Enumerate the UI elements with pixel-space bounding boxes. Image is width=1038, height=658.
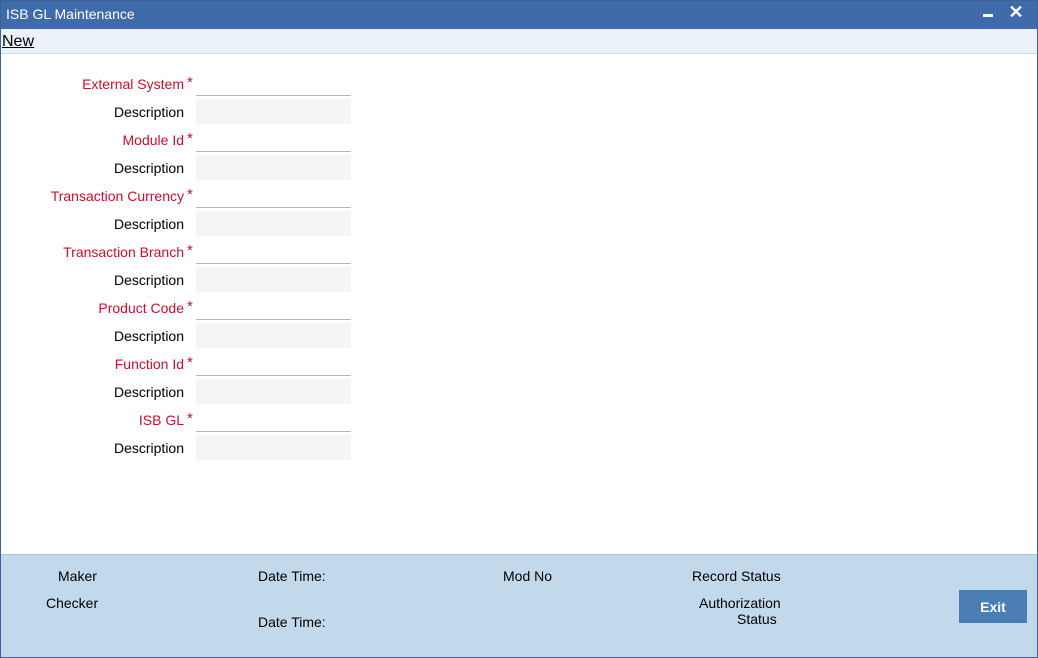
- authorization-status-label: Status: [737, 611, 777, 627]
- required-marker: *: [187, 130, 193, 147]
- field-row-product-code: Product Code *: [1, 293, 361, 321]
- description-label: Description: [113, 384, 184, 400]
- description-field: [196, 99, 351, 124]
- description-field: [196, 155, 351, 180]
- record-status-label: Record Status: [692, 568, 781, 584]
- external-system-input[interactable]: [196, 71, 351, 96]
- description-row: Description: [1, 97, 361, 125]
- description-row: Description: [1, 209, 361, 237]
- description-field: [196, 435, 351, 460]
- required-marker: *: [187, 298, 193, 315]
- transaction-currency-label: Transaction Currency: [50, 188, 184, 204]
- description-field: [196, 211, 351, 236]
- required-marker: *: [187, 242, 193, 259]
- function-id-label: Function Id: [114, 356, 184, 372]
- authorization-label: Authorization: [699, 595, 781, 611]
- description-field: [196, 379, 351, 404]
- description-row: Description: [1, 153, 361, 181]
- description-label: Description: [113, 216, 184, 232]
- field-row-isb-gl: ISB GL *: [1, 405, 361, 433]
- window-title: ISB GL Maintenance: [6, 6, 135, 22]
- description-row: Description: [1, 265, 361, 293]
- description-label: Description: [113, 440, 184, 456]
- description-label: Description: [113, 160, 184, 176]
- description-row: Description: [1, 321, 361, 349]
- description-row: Description: [1, 377, 361, 405]
- module-id-label: Module Id: [122, 132, 184, 148]
- required-marker: *: [187, 354, 193, 371]
- required-marker: *: [187, 410, 193, 427]
- field-row-function-id: Function Id *: [1, 349, 361, 377]
- maker-date-time-label: Date Time:: [258, 568, 326, 584]
- isb-gl-label: ISB GL: [138, 412, 184, 428]
- product-code-label: Product Code: [98, 300, 184, 316]
- external-system-label: External System: [82, 76, 184, 92]
- required-marker: *: [187, 186, 193, 203]
- description-label: Description: [113, 272, 184, 288]
- description-field: [196, 267, 351, 292]
- description-label: Description: [113, 328, 184, 344]
- maintenance-form: External System * Description Module Id * Des…: [1, 54, 1037, 554]
- field-row-external-system: External System *: [1, 69, 361, 97]
- checker-label: Checker: [46, 595, 99, 611]
- description-row: Description: [1, 433, 361, 461]
- audit-footer: Maker Checker Date Time: Date Time: Mod …: [1, 554, 1037, 657]
- isb-gl-input[interactable]: [196, 407, 351, 432]
- transaction-branch-input[interactable]: [196, 239, 351, 264]
- maker-label: Maker: [58, 568, 97, 584]
- title-bar: ISB GL Maintenance ✕: [1, 1, 1037, 29]
- exit-button[interactable]: Exit: [959, 590, 1027, 623]
- close-icon[interactable]: ✕: [1005, 1, 1027, 27]
- field-row-transaction-branch: Transaction Branch *: [1, 237, 361, 265]
- description-label: Description: [113, 104, 184, 120]
- transaction-branch-label: Transaction Branch: [63, 244, 184, 260]
- description-field: [196, 323, 351, 348]
- checker-date-time-label: Date Time:: [258, 614, 326, 630]
- minimize-icon[interactable]: [977, 1, 999, 27]
- mod-no-label: Mod No: [503, 568, 553, 584]
- required-marker: *: [187, 74, 193, 91]
- module-id-input[interactable]: [196, 127, 351, 152]
- field-row-module-id: Module Id *: [1, 125, 361, 153]
- function-id-input[interactable]: [196, 351, 351, 376]
- transaction-currency-input[interactable]: [196, 183, 351, 208]
- product-code-input[interactable]: [196, 295, 351, 320]
- new-link[interactable]: New: [2, 33, 34, 51]
- field-row-transaction-currency: Transaction Currency *: [1, 181, 361, 209]
- menu-bar: New: [1, 29, 1037, 54]
- isb-gl-maintenance-window: ISB GL Maintenance ✕ New External System…: [0, 0, 1038, 658]
